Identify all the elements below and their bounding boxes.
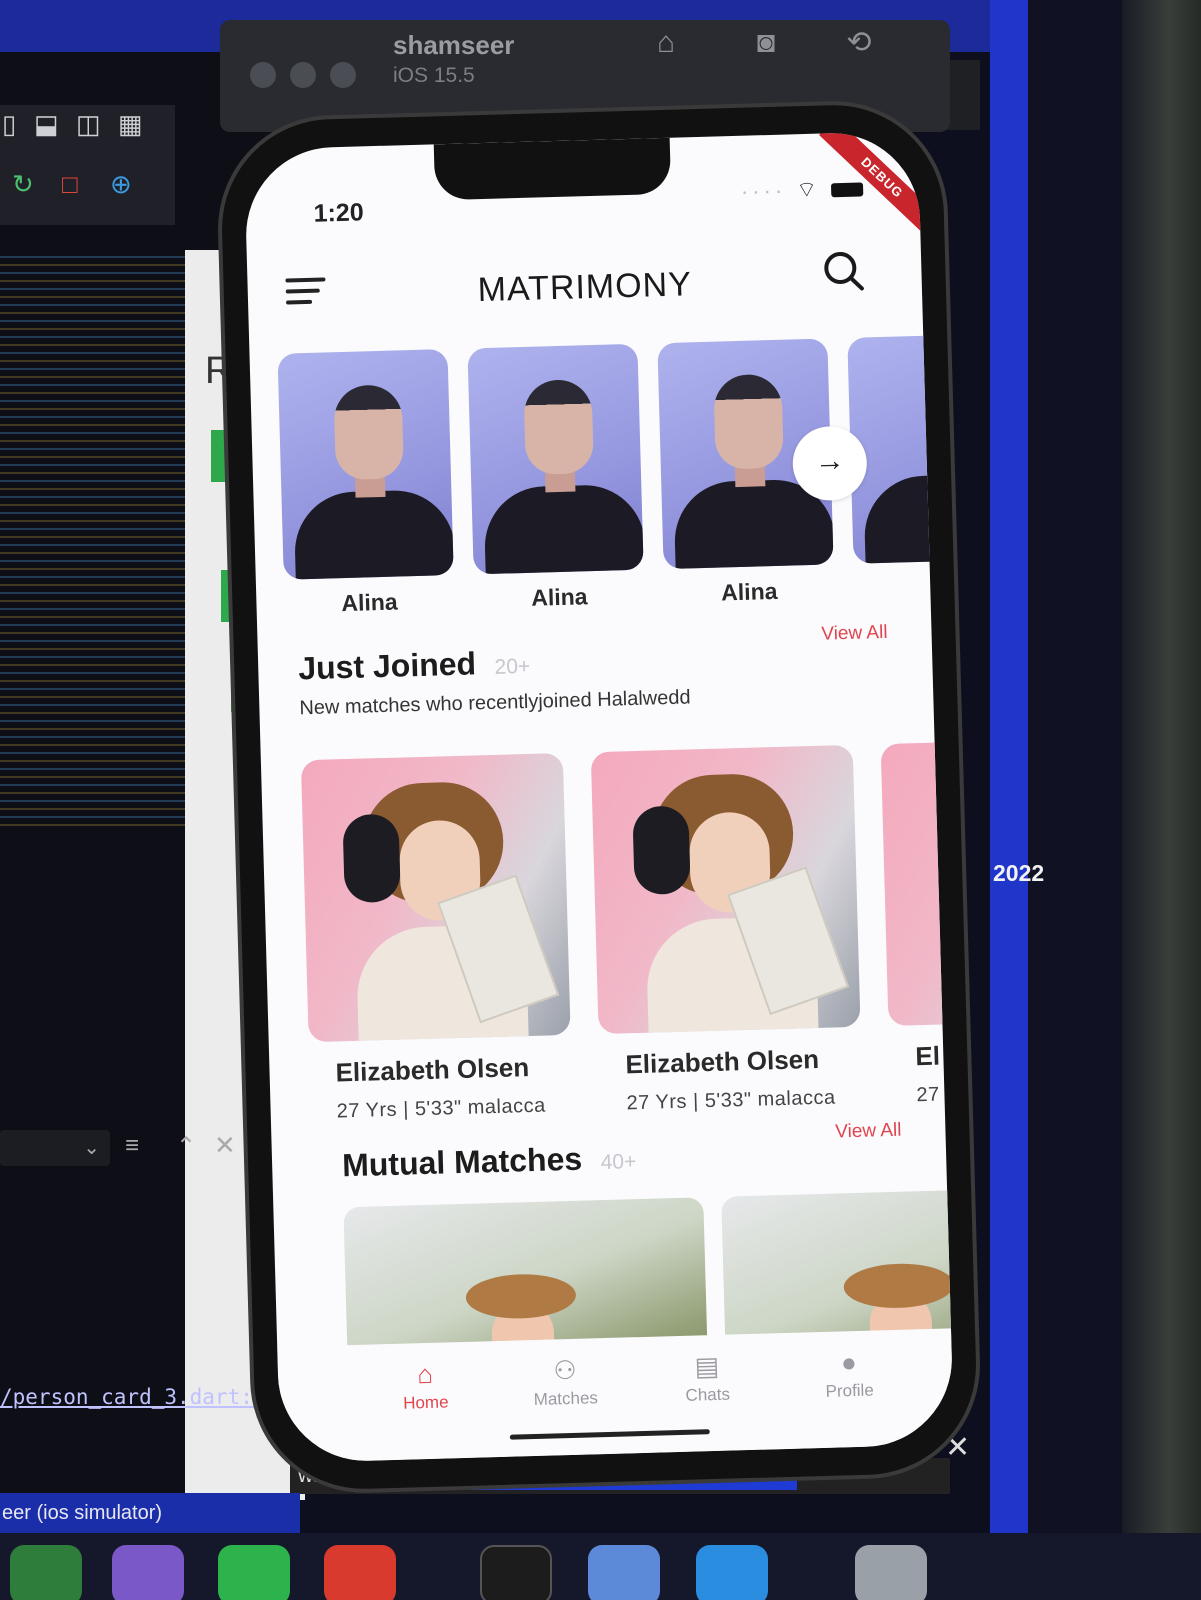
bottom-nav: ⌂ Home ⚇ Matches ▤ Chats ● Profile: [277, 1328, 955, 1464]
simulator-os-version: iOS 15.5: [393, 64, 475, 87]
grid-icon[interactable]: ▦: [118, 109, 143, 140]
stop-icon[interactable]: □: [62, 169, 78, 200]
profile-name: El: [914, 1040, 941, 1072]
status-time: 1:20: [313, 198, 365, 228]
home-button-icon[interactable]: ⌂: [645, 22, 687, 64]
dock-app-icon[interactable]: [10, 1545, 82, 1600]
profile-card[interactable]: Elizabeth Olsen 27 Yrs | 5'33" malacca: [590, 744, 863, 1116]
status-text: eer (ios simulator): [2, 1502, 163, 1524]
nav-chats[interactable]: ▤ Chats: [652, 1350, 763, 1407]
profile-photo: [590, 744, 861, 1035]
chat-icon: ▤: [694, 1350, 720, 1382]
matches-icon: ⚇: [552, 1354, 578, 1386]
stories-row: Alina Alina Alina →: [250, 333, 955, 630]
close-dot-icon[interactable]: [250, 62, 276, 88]
nav-label: Profile: [825, 1380, 875, 1401]
story-name: Alina: [340, 588, 398, 617]
ide-status-bar: eer (ios simulator): [0, 1493, 300, 1533]
mutual-matches-list: [273, 1186, 955, 1408]
search-icon[interactable]: [821, 248, 866, 293]
story-photo: [277, 349, 454, 580]
view-all-link[interactable]: View All: [835, 1120, 902, 1144]
just-joined-title: Just Joined: [297, 645, 477, 687]
profile-details: 27 Yrs | 5'33" malacca: [336, 1094, 546, 1123]
nav-matches[interactable]: ⚇ Matches: [510, 1354, 621, 1411]
restart-icon[interactable]: ↻: [12, 169, 34, 200]
profile-details: 27 Yrs | 5'33" malacca: [626, 1086, 836, 1115]
clear-icon[interactable]: ≡: [125, 1132, 139, 1160]
dock-app-icon[interactable]: [218, 1545, 290, 1600]
simulator-device-name: shamseer: [393, 30, 515, 60]
profile-card[interactable]: El 27: [880, 736, 955, 1108]
split-icon[interactable]: ◫: [76, 109, 101, 140]
chrome-icon[interactable]: [324, 1545, 396, 1600]
profile-name: Elizabeth Olsen: [625, 1043, 820, 1080]
just-joined-count: 20+: [494, 654, 531, 679]
profile-name: Elizabeth Olsen: [335, 1052, 530, 1088]
notch: [433, 137, 672, 201]
xcode-icon[interactable]: [696, 1545, 768, 1600]
story-photo: [467, 343, 644, 575]
profile-photo: [300, 752, 571, 1043]
profile-card[interactable]: Elizabeth Olsen 27 Yrs | 5'33" malacca: [300, 752, 573, 1124]
phone-frame: 1:20 ···· ⌔ DEBUG MATRIMONY Alina Alina: [219, 102, 979, 1492]
code-editor[interactable]: [0, 250, 200, 830]
view-all-link[interactable]: View All: [821, 622, 888, 646]
nav-label: Chats: [685, 1384, 731, 1405]
app-screen: 1:20 ···· ⌔ DEBUG MATRIMONY Alina Alina: [243, 130, 955, 1464]
story-name: Alina: [720, 577, 778, 606]
home-indicator[interactable]: [509, 1429, 710, 1440]
dock: [0, 1533, 1201, 1600]
home-icon: ⌂: [416, 1358, 434, 1390]
profile-photo: [880, 736, 955, 1027]
nav-label: Matches: [533, 1388, 599, 1410]
rotate-icon[interactable]: ⟲: [838, 22, 880, 64]
screenshot-icon[interactable]: ◙: [745, 22, 787, 64]
terminal-icon[interactable]: [480, 1545, 552, 1600]
debug-console-controls: ⌄ ≡ ⌃ ✕: [0, 1130, 240, 1170]
close-icon[interactable]: ✕: [214, 1130, 236, 1161]
panel-bottom-icon[interactable]: ⬓: [34, 109, 59, 140]
dock-app-icon[interactable]: [112, 1545, 184, 1600]
mutual-matches-count: 40+: [600, 1150, 637, 1175]
file-path-link[interactable]: /person_card_3.dart:26: [0, 1385, 278, 1409]
just-joined-header: Just Joined 20+ View All New matches who…: [297, 622, 900, 721]
inspect-icon[interactable]: ⊕: [110, 169, 132, 200]
background-year-text: 2022: [993, 860, 1045, 886]
story-name: Alina: [530, 583, 588, 611]
nav-profile[interactable]: ● Profile: [793, 1346, 904, 1403]
just-joined-subtitle: New matches who recentlyjoined Halalwedd: [299, 686, 691, 720]
profile-details: 27: [916, 1083, 940, 1107]
battery-icon: [830, 182, 864, 198]
status-icons: ···· ⌔: [741, 174, 864, 205]
dock-app-icon[interactable]: [588, 1545, 660, 1600]
monitor-bezel: [1122, 0, 1201, 1600]
layout-icon[interactable]: ▯: [2, 109, 16, 140]
trash-icon[interactable]: [855, 1545, 927, 1600]
nav-home[interactable]: ⌂ Home: [370, 1358, 481, 1415]
wifi-icon: ⌔: [795, 176, 822, 203]
signal-icon: ····: [740, 177, 787, 204]
chevron-down-icon[interactable]: ⌄: [0, 1130, 110, 1166]
mutual-matches-header: Mutual Matches 40+ View All: [341, 1120, 943, 1185]
story-item[interactable]: Alina: [467, 343, 644, 614]
app-header: MATRIMONY: [246, 227, 922, 336]
window-controls: [250, 62, 356, 88]
minimize-dot-icon[interactable]: [290, 62, 316, 88]
nav-label: Home: [402, 1392, 449, 1413]
just-joined-list: Elizabeth Olsen 27 Yrs | 5'33" malacca E…: [261, 736, 955, 1122]
profile-icon: ●: [840, 1347, 858, 1378]
zoom-dot-icon[interactable]: [330, 62, 356, 88]
chevron-up-icon[interactable]: ⌃: [176, 1132, 196, 1161]
mutual-matches-title: Mutual Matches: [341, 1140, 583, 1184]
story-item[interactable]: Alina: [277, 349, 454, 619]
right-background: [990, 0, 1201, 1600]
ide-toolbar: ▯ ⬓ ◫ ▦ ↻ □ ⊕: [0, 105, 175, 225]
